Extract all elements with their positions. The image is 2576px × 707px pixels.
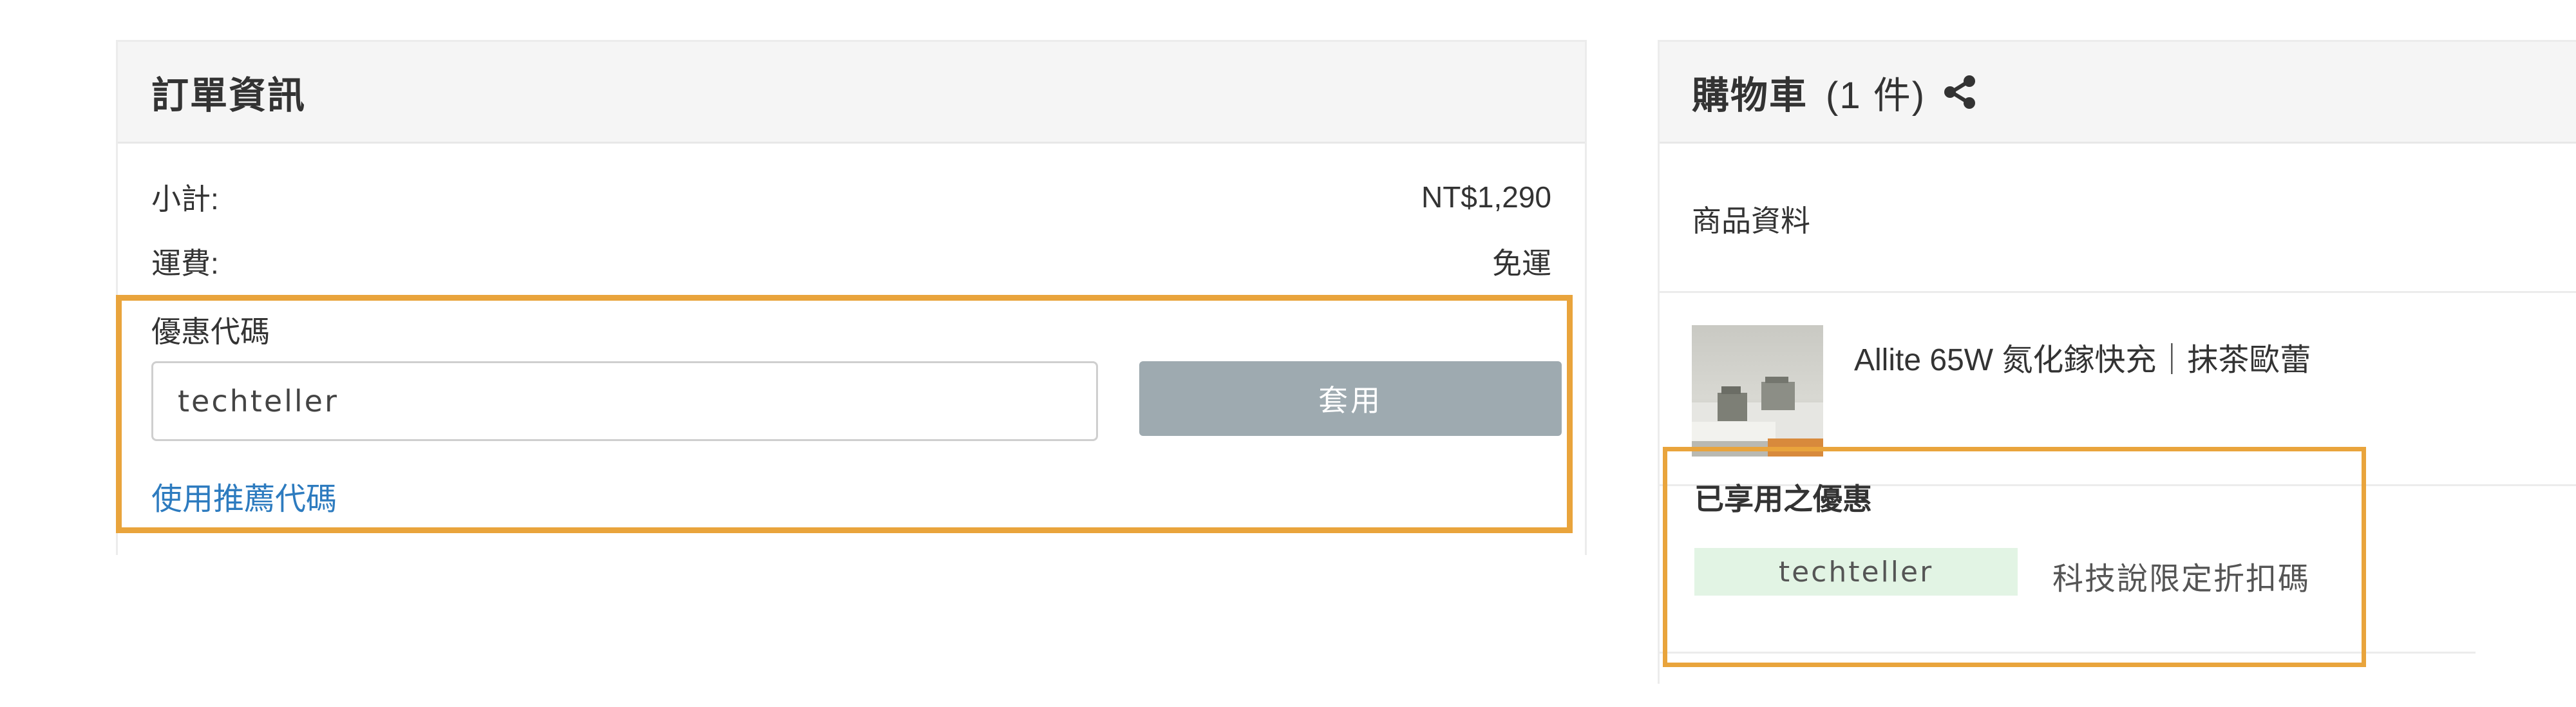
coupon-label: 優惠代碼 (151, 315, 270, 348)
use-referral-code-link[interactable]: 使用推薦代碼 (151, 473, 337, 518)
subtotal-row: 小計: NT$1,290 (151, 176, 1551, 218)
shipping-row: 運費: 免運 (151, 240, 1551, 283)
cart-item-count: (1 件) (1826, 74, 1926, 117)
product-info-label: 商品資料 (1692, 204, 1810, 238)
applied-discount-code: techteller (1778, 555, 1934, 589)
subtotal-label: 小計: (151, 182, 219, 216)
apply-coupon-button[interactable]: 套用 (1139, 361, 1562, 436)
product-info-header: 商品資料 (1660, 144, 2576, 293)
shipping-label: 運費: (151, 247, 219, 280)
subtotal-value: NT$1,290 (1421, 180, 1551, 214)
shipping-value: 免運 (1492, 247, 1551, 280)
share-icon[interactable] (1942, 74, 1978, 110)
applied-discount-code-badge: techteller (1694, 548, 2018, 596)
applied-discount-description: 科技說限定折扣碼 (2052, 562, 2311, 596)
applied-discount-highlight: 已享用之優惠 techteller 科技說限定折扣碼 (1663, 447, 2366, 667)
product-thumbnail[interactable] (1692, 325, 1823, 457)
cart-title: 購物車 (1692, 74, 1808, 117)
product-name[interactable]: Allite 65W 氮化鎵快充｜抹茶歐蕾 (1854, 334, 2311, 379)
applied-discount-title: 已享用之優惠 (1694, 482, 1872, 516)
coupon-code-input[interactable] (151, 361, 1098, 441)
coupon-section-highlight: 優惠代碼 套用 使用推薦代碼 (116, 295, 1573, 533)
cart-header: 購物車 (1 件) (1660, 42, 2576, 144)
order-info-title: 訂單資訊 (151, 74, 307, 117)
order-info-header: 訂單資訊 (118, 42, 1585, 144)
